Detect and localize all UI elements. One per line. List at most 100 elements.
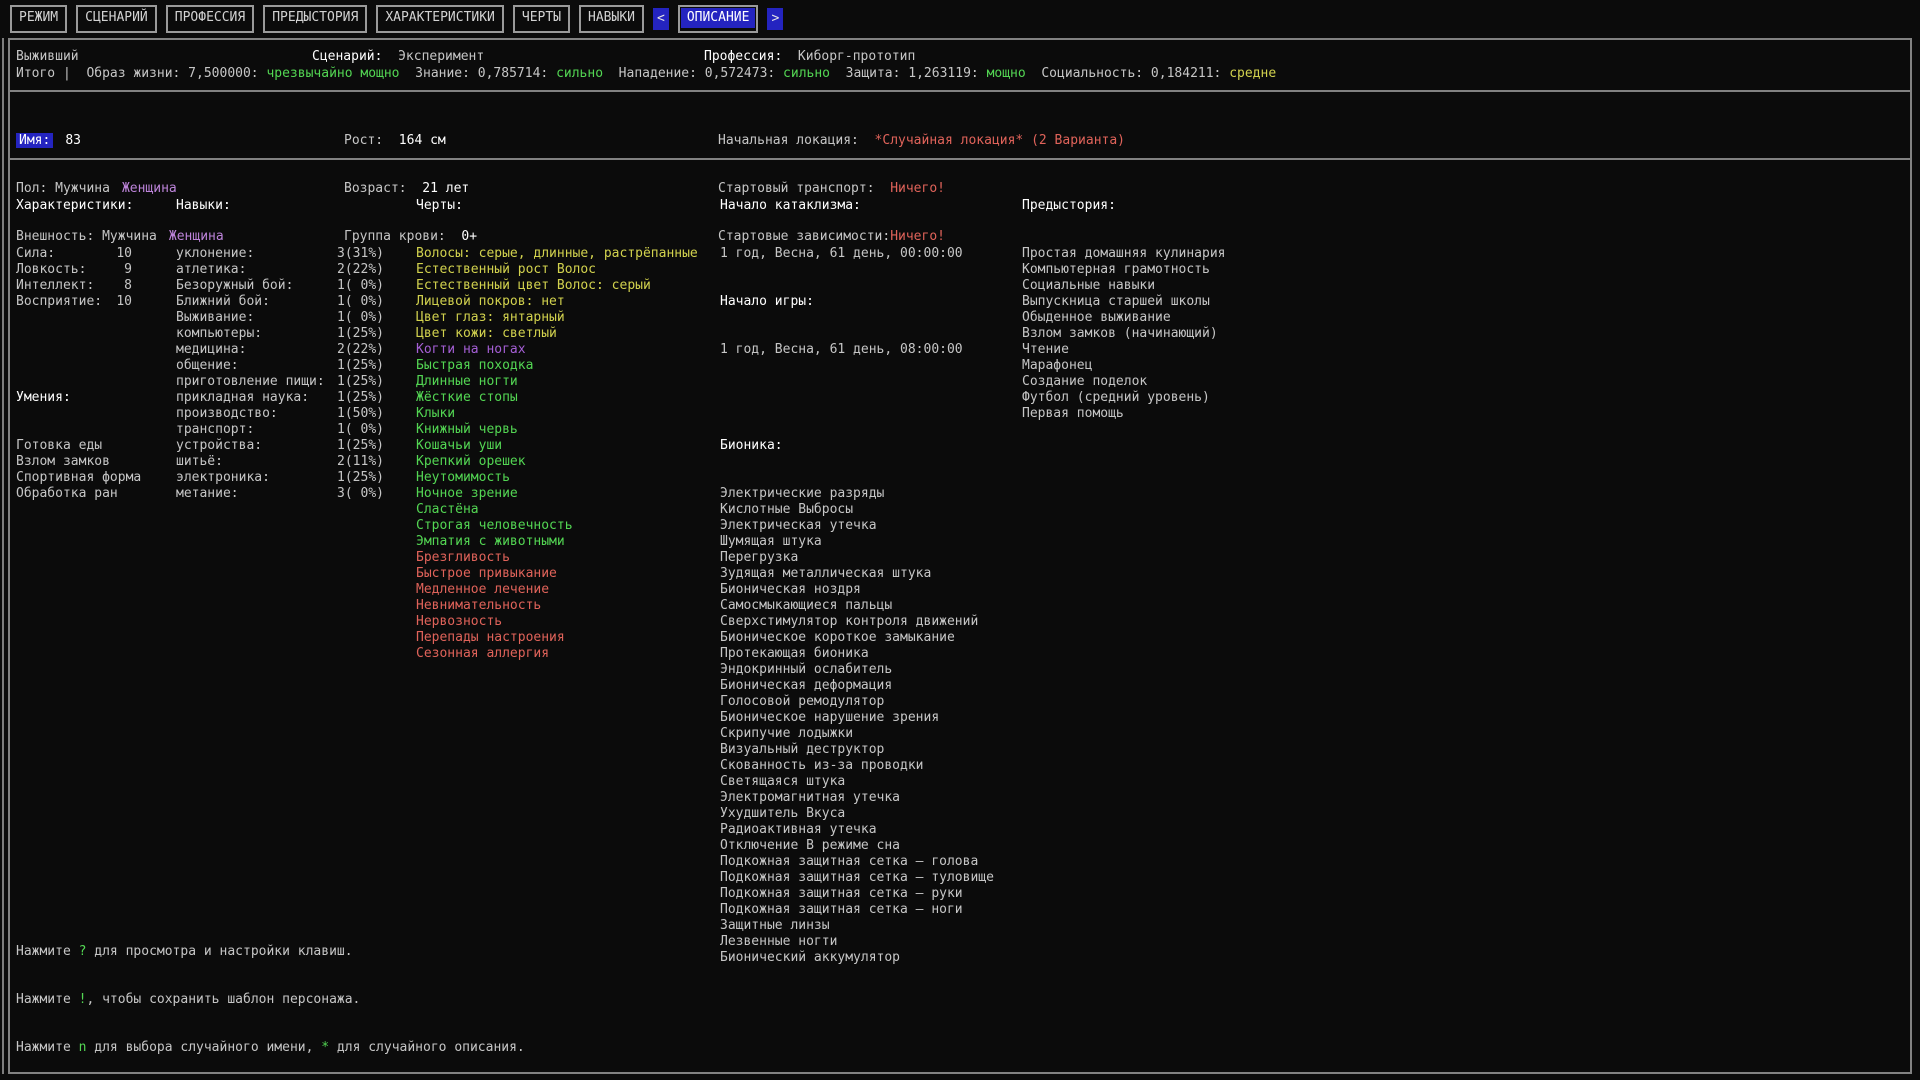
proficiency-item: Готовка еды [16,438,141,454]
name-row: Имя:83 [16,133,224,149]
traits-column: Черты: Волосы: серые, длинные, растрёпан… [416,166,698,694]
tab-label: ХАРАКТЕРИСТИКИ [385,10,495,25]
tab-description[interactable]: ОПИСАНИЕ [678,5,759,33]
stats-list: Сила:10Ловкость:9Интеллект:8Восприятие:1… [16,246,132,310]
kv-label: атлетика: [176,262,246,278]
profession-label: Профессия: [704,49,798,64]
proficiencies-list: Готовка едыВзлом замковСпортивная формаО… [16,438,141,502]
tab-label: РЕЖИМ [19,10,58,25]
tab-profession[interactable]: ПРОФЕССИЯ [166,5,254,33]
kv-value: 10 [116,246,132,262]
tab-stats[interactable]: ХАРАКТЕРИСТИКИ [376,5,504,33]
text-segment: Нападение: 0,572473: [603,66,783,81]
skill-row: медицина:2(22%) [176,342,384,358]
skill-row: шитьё:2(11%) [176,454,384,470]
cataclysm-start-value[interactable]: 1 год, Весна, 61 день, 00:00:00 [720,246,994,262]
trait-item: Сластёна [416,502,698,518]
background-column: Предыстория: Простая домашняя кулинарияК… [1022,166,1226,454]
kv-value: 1(25%) [337,438,384,454]
kv-label: метание: [176,486,239,502]
background-item: Создание поделок [1022,374,1226,390]
tab-next-arrow[interactable]: > [767,8,783,30]
height-value[interactable]: 164 см [399,133,446,148]
tab-mode[interactable]: РЕЖИМ [10,5,67,33]
name-value[interactable]: 83 [65,133,81,148]
background-item: Компьютерная грамотность [1022,262,1226,278]
bionic-item: Самосмыкающиеся пальцы [720,598,994,614]
tab-traits[interactable]: ЧЕРТЫ [513,5,570,33]
trait-item: Длинные ногти [416,374,698,390]
bionic-item: Отключение В режиме сна [720,838,994,854]
bionic-item: Бионическое нарушение зрения [720,710,994,726]
kv-value: 1(25%) [337,358,384,374]
text-segment: Социальность: 0,184211: [1026,66,1230,81]
background-item: Марафонец [1022,358,1226,374]
scenario-summary: Сценарий: Эксперимент [312,49,484,65]
cataclysm-start-header: Начало катаклизма: [720,198,994,214]
tab-label: СЦЕНАРИЙ [85,10,148,25]
kv-value: 8 [124,278,132,294]
totals-line: Итого | Образ жизни: 7,500000: чрезвычай… [16,66,1276,82]
kv-value: 10 [116,294,132,310]
profession-value: Киборг-прототип [798,49,915,64]
bionic-item: Кислотные Выбросы [720,502,994,518]
skill-row: метание:3( 0%) [176,486,384,502]
bionic-item: Скрипучие лодыжки [720,726,994,742]
trait-item: Клыки [416,406,698,422]
calendar-bionics-column: Начало катаклизма: 1 год, Весна, 61 день… [720,166,994,998]
bionic-item: Протекающая бионика [720,646,994,662]
kv-label: Ловкость: [16,262,86,278]
start-location-label: Начальная локация: [718,133,875,148]
skill-row: производство:1(50%) [176,406,384,422]
kv-label: Ближний бой: [176,294,270,310]
text-segment: для случайного описания. [329,1040,525,1055]
trait-item: Невнимательность [416,598,698,614]
trait-item: Цвет кожи: светлый [416,326,698,342]
bionic-item: Перегрузка [720,550,994,566]
height-label: Рост: [344,133,399,148]
stat-row: Сила:10 [16,246,132,262]
background-item: Простая домашняя кулинария [1022,246,1226,262]
skill-row: устройства:1(25%) [176,438,384,454]
trait-item: Нервозность [416,614,698,630]
tab-skills[interactable]: НАВЫКИ [579,5,644,33]
tab-scenario[interactable]: СЦЕНАРИЙ [76,5,157,33]
skill-row: Выживание:1( 0%) [176,310,384,326]
bionic-item: Сверхстимулятор контроля движений [720,614,994,630]
skill-row: уклонение:3(31%) [176,246,384,262]
text-segment: Нажмите [16,992,79,1007]
height-row: Рост: 164 см [344,133,477,149]
kv-value: 2(11%) [337,454,384,470]
kv-value: 1(25%) [337,326,384,342]
text-segment: , чтобы сохранить шаблон персонажа. [86,992,360,1007]
trait-item: Когти на ногах [416,342,698,358]
text-segment: сильно [556,66,603,81]
summary-panel: Выживший Сценарий: Эксперимент Профессия… [8,38,1912,92]
character-type-label: Выживший [16,49,79,65]
start-location-value[interactable]: *Случайная локация* (2 Варианта) [875,133,1125,148]
kv-label: Интеллект: [16,278,94,294]
text-segment: Итого | Образ жизни: 7,500000: [16,66,266,81]
text-segment: для просмотра и настройки клавиш. [86,944,352,959]
trait-item: Цвет глаз: янтарный [416,310,698,326]
kv-label: Выживание: [176,310,254,326]
kv-value: 1(25%) [337,470,384,486]
bionic-item: Скованность из-за проводки [720,758,994,774]
trait-item: Лицевой покров: нет [416,294,698,310]
tab-prev-arrow[interactable]: < [653,8,669,30]
kv-label: прикладная наука: [176,390,309,406]
bionic-item: Визуальный деструктор [720,742,994,758]
bionic-item: Бионическое короткое замыкание [720,630,994,646]
game-start-value[interactable]: 1 год, Весна, 61 день, 08:00:00 [720,342,994,358]
background-item: Футбол (средний уровень) [1022,390,1226,406]
tab-background[interactable]: ПРЕДЫСТОРИЯ [263,5,367,33]
skill-row: прикладная наука:1(25%) [176,390,384,406]
proficiencies-header: Умения: [16,390,141,406]
text-segment: * [321,1040,329,1055]
bionic-item: Электромагнитная утечка [720,790,994,806]
spacer [720,390,994,406]
kv-value: 1(25%) [337,374,384,390]
trait-item: Быстрое привыкание [416,566,698,582]
trait-item: Неутомимость [416,470,698,486]
tab-label: НАВЫКИ [588,10,635,25]
